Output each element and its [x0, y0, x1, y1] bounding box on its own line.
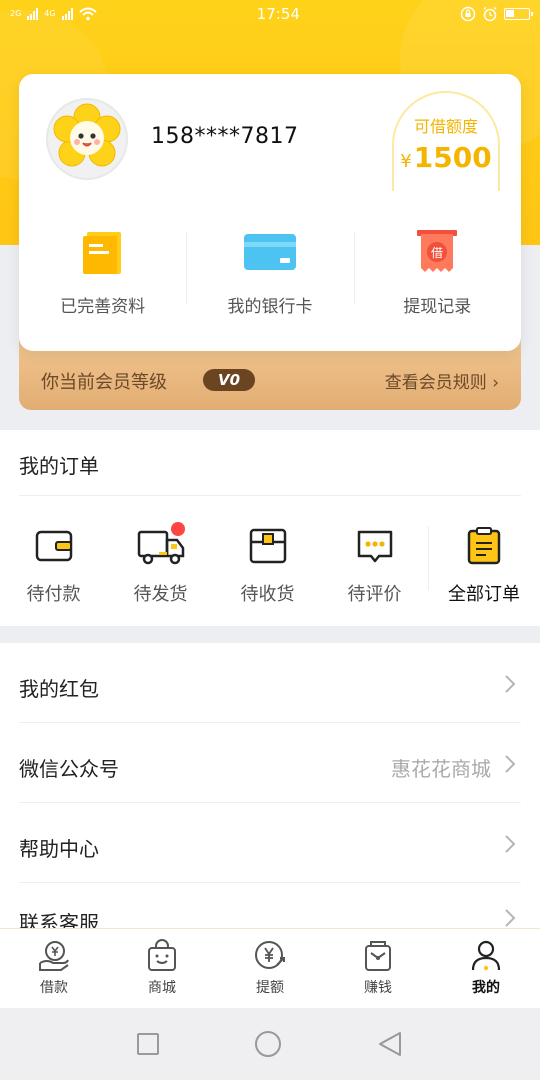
member-level-text: 你当前会员等级: [41, 372, 167, 393]
order-status-label: 待收货: [240, 584, 295, 605]
quick-action-profile[interactable]: 已完善资料: [19, 224, 186, 324]
chevron-right-icon: [505, 835, 516, 853]
clock: 17:54: [256, 5, 300, 23]
menu-item-help-center[interactable]: 帮助中心: [19, 803, 521, 883]
member-level-badge: V0: [203, 369, 255, 391]
member-rule-link[interactable]: 查看会员规则 ›: [385, 368, 499, 393]
network-label-2g: 2G: [10, 9, 22, 18]
tab-raise-limit[interactable]: 提额: [216, 929, 324, 1008]
chevron-right-icon: [505, 909, 516, 927]
rotation-lock-icon: [460, 6, 476, 22]
order-status-label: 全部订单: [448, 584, 520, 605]
menu-item-label: 帮助中心: [19, 837, 99, 861]
document-icon: [82, 232, 121, 274]
profile-card: 158****7817 可借额度 ¥1500 已完善资料 我的银行卡 借 提现记…: [19, 74, 521, 351]
currency-symbol: ¥: [400, 151, 412, 172]
recent-apps-icon[interactable]: [136, 1032, 160, 1056]
network-label-4g: 4G: [44, 9, 56, 18]
tab-label: 赚钱: [364, 980, 392, 996]
quick-action-withdraw-record[interactable]: 借 提现记录: [353, 224, 521, 324]
order-status-label: 待评价: [347, 584, 402, 605]
wifi-icon: [78, 7, 97, 21]
back-icon[interactable]: [376, 1030, 404, 1058]
package-box-icon: [249, 528, 286, 564]
tab-label: 借款: [40, 980, 68, 996]
loan-receipt-icon: 借: [417, 230, 458, 272]
notification-dot: [171, 522, 185, 536]
loan-hand-yen-icon: [39, 941, 69, 971]
menu-item-value: 惠花花商城: [391, 757, 491, 781]
order-pending-payment[interactable]: 待付款: [0, 526, 107, 616]
signal-icon: [61, 8, 73, 20]
alarm-icon: [483, 6, 497, 22]
tab-mall[interactable]: 商城: [108, 929, 216, 1008]
bottom-tab-bar: 借款 商城 提额 赚钱 我的: [0, 928, 540, 1008]
tab-mine[interactable]: 我的: [432, 929, 540, 1008]
tab-loan[interactable]: 借款: [0, 929, 108, 1008]
chevron-right-icon: [505, 755, 516, 773]
battery-icon: [503, 8, 533, 20]
tab-earn[interactable]: 赚钱: [324, 929, 432, 1008]
credit-amount-value: 1500: [413, 141, 492, 174]
quick-action-bank-card[interactable]: 我的银行卡: [186, 224, 353, 324]
shopping-bag-icon: [148, 939, 176, 971]
quick-action-label: 我的银行卡: [227, 297, 313, 317]
quick-actions: 已完善资料 我的银行卡 借 提现记录: [19, 224, 521, 324]
tab-label: 提额: [256, 980, 284, 996]
quick-action-label: 提现记录: [403, 297, 472, 317]
quick-action-label: 已完善资料: [60, 297, 146, 317]
credit-limit-badge[interactable]: 可借额度 ¥1500: [392, 91, 500, 191]
tab-label: 商城: [148, 980, 176, 996]
status-bar: 2G 4G 17:54: [0, 0, 540, 28]
user-profile-icon: [471, 940, 501, 971]
flower-avatar-icon: [53, 103, 121, 167]
bank-card-icon: [243, 234, 296, 270]
avatar[interactable]: [46, 98, 128, 180]
order-status-label: 待付款: [26, 584, 81, 605]
divider: [19, 495, 521, 496]
tab-label: 我的: [472, 980, 500, 996]
comment-bubble-icon: [357, 530, 392, 563]
credit-limit-amount: ¥1500: [394, 141, 498, 174]
menu-item-red-packet[interactable]: 我的红包: [19, 643, 521, 723]
home-icon[interactable]: [253, 1029, 283, 1059]
settings-menu: 我的红包 微信公众号 惠花花商城 帮助中心 联系客服: [0, 643, 540, 935]
earn-bag-icon: [365, 941, 391, 971]
menu-item-label: 微信公众号: [19, 757, 119, 781]
menu-item-wechat-account[interactable]: 微信公众号 惠花花商城: [19, 723, 521, 803]
chevron-right-icon: [505, 675, 516, 693]
order-pending-review[interactable]: 待评价: [321, 526, 428, 616]
clipboard-list-icon: [467, 527, 501, 565]
order-status-label: 待发货: [133, 584, 188, 605]
order-all[interactable]: 全部订单: [428, 526, 540, 616]
user-phone: 158****7817: [151, 124, 299, 149]
orders-title: 我的订单: [19, 454, 99, 478]
system-navigation-bar: [0, 1008, 540, 1080]
signal-icon: [27, 8, 39, 20]
wallet-icon: [35, 530, 72, 562]
loan-receipt-icon-text: 借: [431, 246, 443, 260]
order-pending-receipt[interactable]: 待收货: [214, 526, 321, 616]
menu-item-label: 我的红包: [19, 677, 99, 701]
credit-limit-label: 可借额度: [413, 117, 478, 136]
yen-up-icon: [255, 941, 285, 969]
orders-section: 我的订单 待付款 待发货 待收货 待评价 全部订单: [0, 430, 540, 626]
order-pending-shipment[interactable]: 待发货: [107, 522, 214, 616]
